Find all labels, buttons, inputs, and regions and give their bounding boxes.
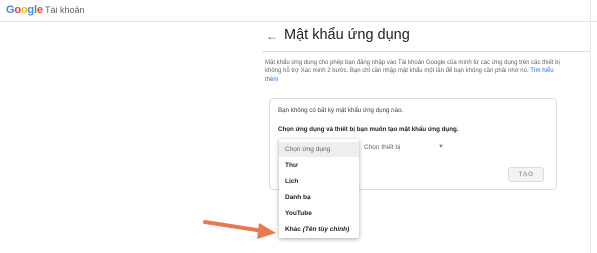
app-passwords-page: Google Tài khoản ← Mật khẩu ứng dụng Mật… — [0, 0, 597, 253]
scrollbar-edge — [590, 0, 591, 253]
annotation-arrow-icon — [203, 220, 276, 239]
